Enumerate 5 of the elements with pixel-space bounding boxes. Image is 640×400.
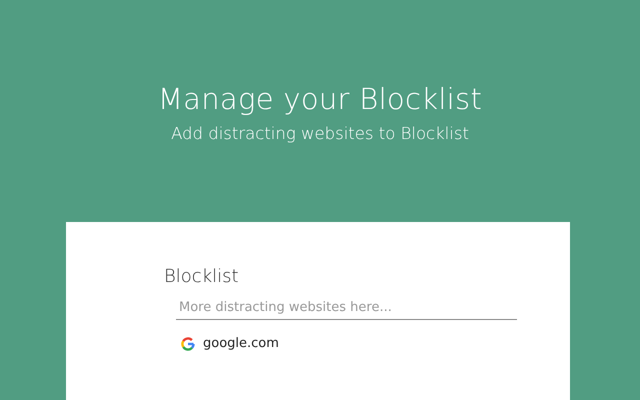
- section-heading: Blocklist: [164, 266, 240, 288]
- page-title: Manage your Blocklist: [156, 84, 484, 116]
- site-favicon-icon: [181, 336, 195, 351]
- site-domain: google.com: [203, 335, 279, 354]
- page-subtitle: Add distracting websites to Blocklist: [170, 124, 470, 144]
